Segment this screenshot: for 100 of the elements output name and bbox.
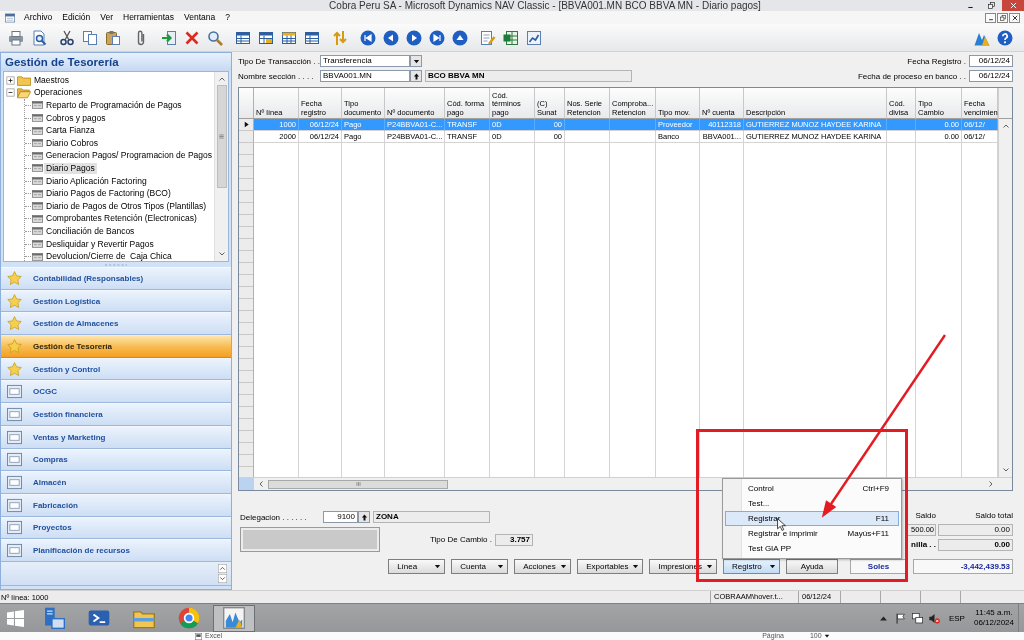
menu-item[interactable]: Registrar F11 — [725, 511, 899, 526]
language-indicator[interactable]: ESP — [948, 613, 965, 623]
previous-icon[interactable] — [382, 29, 399, 46]
menu-item[interactable]: Archivo — [19, 11, 58, 24]
tree-item[interactable]: Diario Pagos de Factoring (BCO) — [44, 188, 173, 200]
row-selector[interactable] — [239, 119, 254, 131]
tree-item[interactable]: Reparto de Programación de Pagos — [44, 100, 184, 111]
menu-item[interactable]: ? — [220, 11, 235, 24]
menu-item[interactable]: Registrar e imprimir Mayús+F11 — [725, 526, 899, 541]
tree-item[interactable]: Conciliación de Bancos — [44, 225, 137, 237]
module-button[interactable]: Proyectos — [1, 516, 231, 540]
clock-time[interactable]: 11:45 a.m. — [975, 608, 1013, 618]
module-button[interactable]: OCGC — [1, 380, 231, 404]
vertical-scrollbar[interactable] — [999, 119, 1012, 477]
chart-document-icon[interactable] — [525, 29, 542, 46]
arrow-into-document-icon[interactable] — [160, 29, 177, 46]
copy-icon[interactable] — [81, 29, 98, 46]
monitors-icon[interactable] — [911, 612, 923, 624]
menu-button[interactable]: Acciones — [514, 559, 572, 574]
menu-button[interactable]: Línea — [388, 559, 446, 574]
dropdown-field[interactable]: Transferencia — [320, 55, 410, 67]
menu-item[interactable]: Control Ctrl+F9 — [725, 481, 899, 496]
date-field[interactable]: 06/12/24 — [969, 55, 1013, 67]
scrollbar-thumb[interactable] — [216, 85, 227, 188]
tree-item[interactable]: Diario de Pagos de Otros Tipos (Plantillas) — [44, 200, 209, 212]
chevron-down-icon[interactable] — [218, 573, 227, 583]
lookup-button[interactable] — [410, 70, 422, 82]
tree-item[interactable]: Comprobantes Retención (Electronicas) — [44, 213, 199, 225]
plus-box-icon[interactable] — [6, 75, 15, 85]
date-field[interactable]: 06/12/24 — [969, 70, 1013, 82]
menu-item[interactable]: Test GIA PP — [725, 541, 899, 556]
menu-button[interactable]: Cuenta — [451, 559, 509, 574]
text-field[interactable]: 9100 — [323, 511, 358, 523]
window-icon — [7, 475, 22, 491]
menu-button[interactable]: Registro — [723, 559, 780, 574]
speaker-icon[interactable] — [928, 612, 940, 624]
restore-button[interactable] — [997, 12, 1008, 23]
text-field[interactable]: BBVA001.MN — [320, 70, 410, 82]
lookup-button[interactable] — [358, 511, 370, 523]
module-button[interactable]: Gestión Logística — [1, 289, 231, 313]
menu-item[interactable]: Herramientas — [118, 11, 180, 24]
flag-icon[interactable] — [894, 612, 906, 624]
last-icon[interactable] — [428, 29, 445, 46]
module-button[interactable]: Planificación de recursos — [1, 539, 231, 562]
menu-item[interactable]: Ver — [95, 11, 118, 24]
next-icon[interactable] — [405, 29, 422, 46]
delete-icon[interactable] — [183, 29, 200, 46]
document-pencil-icon[interactable] — [479, 29, 496, 46]
module-button[interactable]: Gestión de Almacenes — [1, 312, 231, 336]
field-label: Tipo De Transacción . . — [238, 56, 320, 66]
scrollbar[interactable] — [214, 72, 228, 261]
module-button[interactable]: Contabilidad (Responsables) — [1, 267, 231, 290]
close-button[interactable] — [1009, 12, 1020, 23]
tree-item[interactable]: Diario Cobros — [44, 137, 100, 149]
tree-item[interactable]: Diario Aplicación Factoring — [44, 175, 149, 187]
dropdown-button[interactable] — [410, 55, 422, 67]
up-icon[interactable] — [451, 29, 468, 46]
module-button[interactable]: Gestión financiera — [1, 403, 231, 426]
module-button[interactable]: Gestión y Control — [1, 357, 231, 381]
module-button[interactable]: Gestión de Tesorería — [1, 335, 231, 358]
field-label: Tipo De Cambio . — [430, 535, 493, 544]
window-icon — [7, 429, 22, 445]
splitter-grip-icon[interactable] — [105, 263, 127, 266]
clock-date[interactable]: 06/12/2024 — [973, 618, 1014, 628]
minimize-button[interactable] — [985, 12, 996, 23]
tree-item[interactable]: Carta Fianza — [44, 125, 97, 137]
table-icon[interactable] — [257, 29, 274, 46]
button[interactable]: Ayuda — [786, 559, 838, 574]
tree-item[interactable]: Generacion Pagos/ Programacion de Pagos — [43, 150, 214, 162]
paste-icon[interactable] — [104, 29, 121, 46]
table-icon[interactable] — [280, 29, 297, 46]
menu-item[interactable]: Edición — [57, 11, 96, 24]
tree-item[interactable]: Desliquidar y Revertir Pagos — [44, 238, 156, 250]
module-button[interactable]: Ventas y Marketing — [1, 425, 231, 449]
table-icon[interactable] — [234, 29, 251, 46]
printer-icon[interactable] — [7, 29, 24, 46]
chevron-up-icon[interactable] — [218, 563, 227, 573]
menu-item[interactable]: Ventana — [179, 11, 221, 24]
tree-item[interactable]: Maestros — [32, 74, 71, 86]
minus-box-icon[interactable] — [6, 88, 15, 98]
tree-item[interactable]: Diario Pagos — [44, 162, 97, 174]
help-icon[interactable] — [996, 29, 1013, 46]
print-preview-icon[interactable] — [30, 29, 47, 46]
taskbar-button[interactable] — [213, 604, 255, 632]
search-icon[interactable] — [206, 29, 223, 46]
restore-icon — [999, 14, 1006, 21]
scissors-icon[interactable] — [58, 29, 75, 46]
menu-item[interactable]: Test... — [725, 496, 899, 511]
module-button[interactable]: Compras — [1, 448, 231, 472]
module-button[interactable]: Fabricación — [1, 493, 231, 517]
first-icon[interactable] — [359, 29, 376, 46]
tree-item[interactable]: Operaciones — [32, 87, 85, 99]
module-button[interactable]: Almacén — [1, 471, 231, 494]
tree-item[interactable]: Cobros y pagos — [44, 112, 108, 124]
menu-button[interactable]: Exportables — [577, 559, 644, 574]
spreadsheet-icon[interactable] — [502, 29, 519, 46]
table-icon[interactable] — [303, 29, 320, 46]
tree-item[interactable]: Devolucion/Cierre de Caja Chica — [44, 251, 174, 261]
scrollbar-thumb[interactable] — [268, 479, 448, 489]
close-button[interactable] — [1002, 0, 1024, 11]
